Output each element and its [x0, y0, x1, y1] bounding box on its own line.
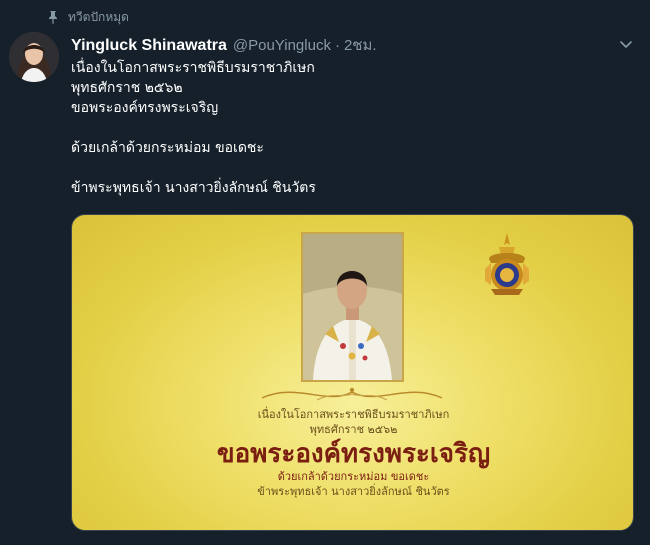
chevron-down-icon[interactable] [618, 36, 634, 52]
pinned-label: ทวีตปักหมุด [68, 9, 129, 24]
card-signature-text: ข้าพระพุทธเจ้า นางสาวยิ่งลักษณ์ ชินวัตร [257, 485, 450, 498]
tweet-text: เนื่องในโอกาสพระราชพิธีบรมราชาภิเษก พุทธ… [71, 58, 611, 198]
separator-dot: · [334, 37, 340, 54]
display-name[interactable]: Yingluck Shinawatra [71, 37, 227, 55]
royal-portrait [301, 232, 404, 382]
tweet-timestamp[interactable]: 2ชม. [344, 33, 377, 57]
pin-icon [46, 10, 60, 24]
gold-ornament-divider [257, 378, 447, 408]
tweet-line: ด้วยเกล้าด้วยกระหม่อม ขอเดชะ [71, 140, 264, 156]
tweet-header: Yingluck Shinawatra @PouYingluck · 2ชม. [71, 33, 600, 55]
user-handle[interactable]: @PouYingluck [233, 37, 331, 54]
tweet-line: ข้าพระพุทธเจ้า นางสาวยิ่งลักษณ์ ชินวัตร [71, 180, 316, 196]
tweet[interactable]: ทวีตปักหมุด Yingluck Shinawatra @PouYing… [0, 0, 650, 545]
tweet-line: ขอพระองค์ทรงพระเจริญ [71, 100, 219, 116]
tweet-line: พุทธศักราช ๒๕๖๒ [71, 80, 183, 96]
avatar[interactable] [9, 32, 59, 82]
royal-emblem-icon [485, 233, 529, 297]
tweet-line: เนื่องในโอกาสพระราชพิธีบรมราชาภิเษก [71, 60, 315, 76]
tweet-media-image[interactable]: เนื่องในโอกาสพระราชพิธีบรมราชาภิเษก พุทธ… [71, 214, 634, 531]
pinned-indicator: ทวีตปักหมุด [46, 8, 129, 26]
